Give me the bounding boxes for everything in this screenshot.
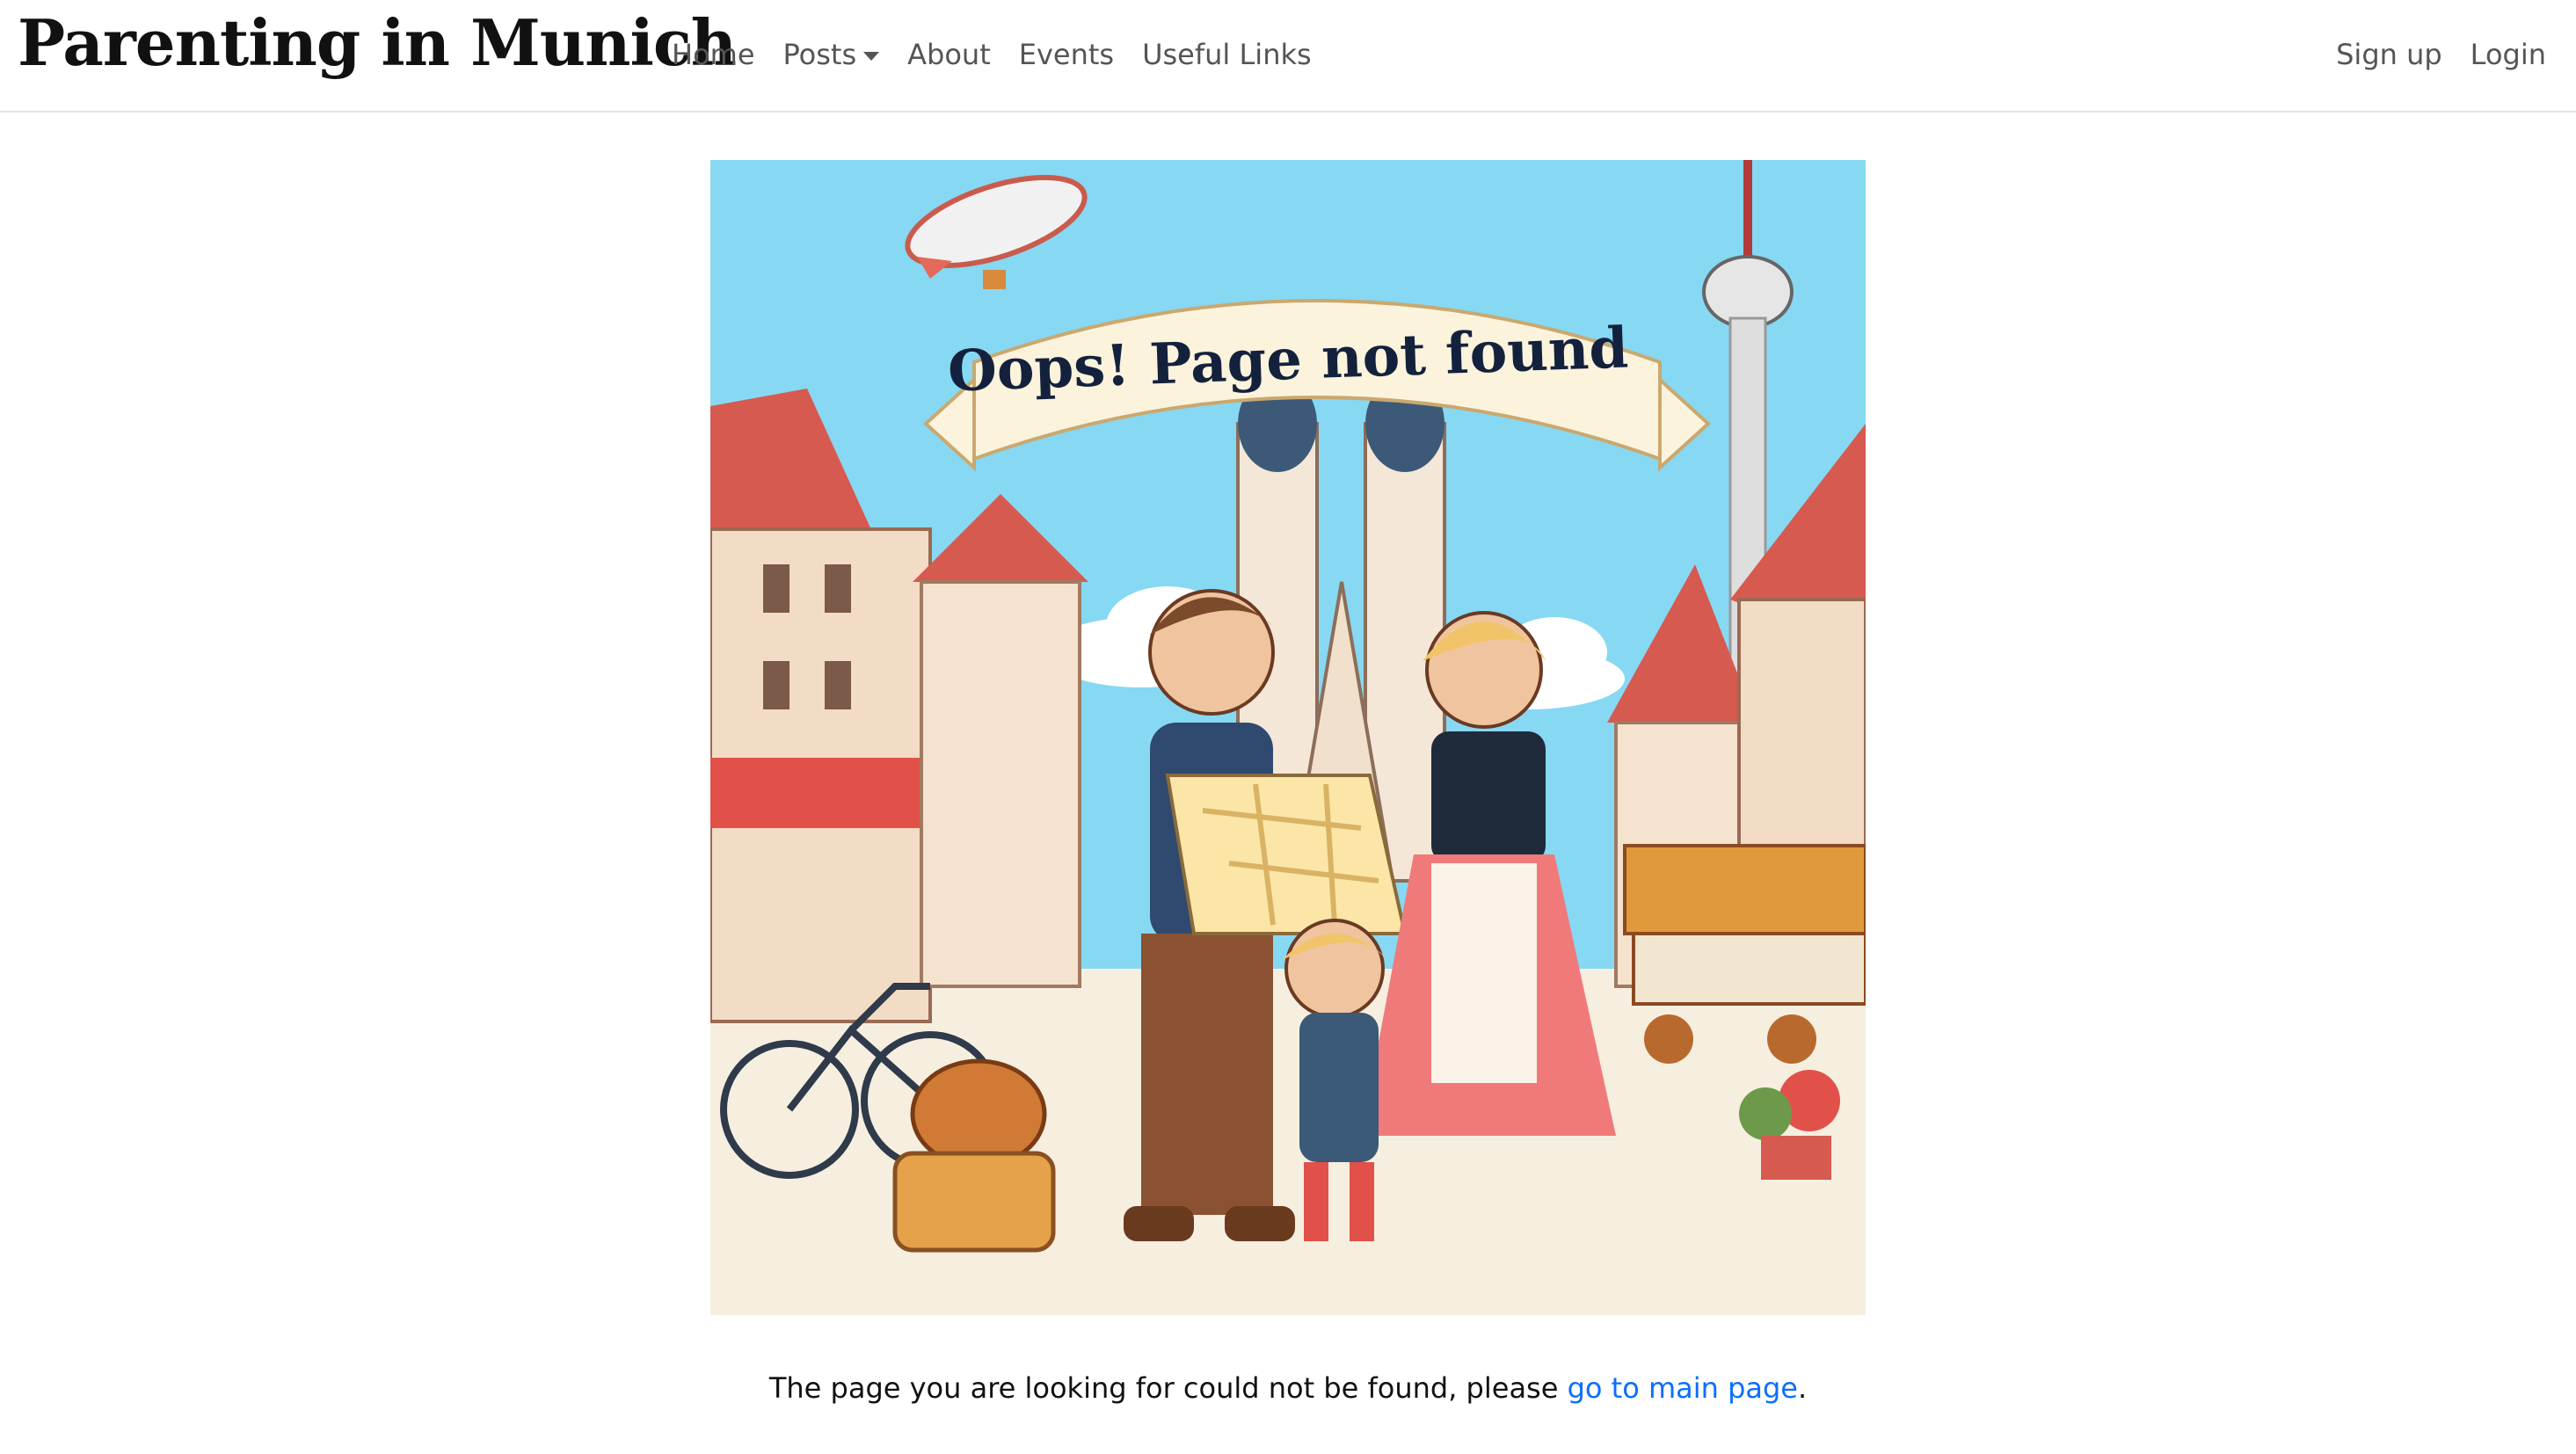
message-text: The page you are looking for could not b… — [768, 1371, 1568, 1405]
nav-home[interactable]: Home — [672, 33, 755, 76]
nav-about[interactable]: About — [907, 33, 991, 76]
auth-nav: Sign up Login — [2336, 33, 2546, 76]
main-nav: Home Posts About Events Useful Links — [672, 33, 1312, 76]
pretzel-basket-icon — [892, 1058, 1056, 1253]
nav-posts-dropdown[interactable]: Posts — [783, 33, 880, 76]
message-suffix: . — [1797, 1371, 1808, 1405]
not-found-illustration: Oops! Page not found — [710, 160, 1866, 1315]
not-found-message: The page you are looking for could not b… — [0, 1371, 2576, 1405]
go-to-main-page-link[interactable]: go to main page — [1568, 1371, 1798, 1405]
site-brand[interactable]: Parenting in Munich — [18, 5, 737, 80]
nav-useful-links[interactable]: Useful Links — [1142, 33, 1312, 76]
signup-link[interactable]: Sign up — [2336, 33, 2442, 76]
caret-down-icon — [863, 52, 880, 61]
nav-posts-label: Posts — [782, 38, 857, 71]
map-icon — [1165, 774, 1408, 935]
nav-events[interactable]: Events — [1019, 33, 1114, 76]
login-link[interactable]: Login — [2470, 33, 2546, 76]
top-navbar: Parenting in Munich Home Posts About Eve… — [0, 0, 2576, 113]
